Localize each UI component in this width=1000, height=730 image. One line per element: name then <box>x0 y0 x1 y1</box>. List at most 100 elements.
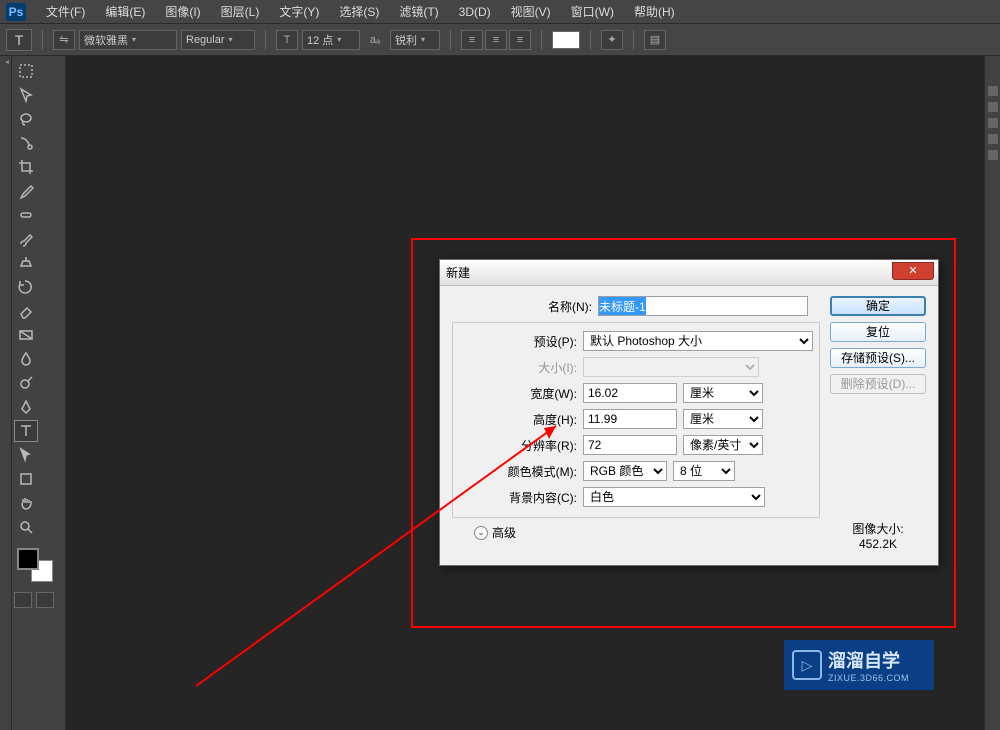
quick-mask-icon[interactable] <box>14 592 32 608</box>
align-left-icon[interactable]: ≡ <box>461 30 483 50</box>
preset-group: 预设(P): 默认 Photoshop 大小 大小(I): 宽度(W): <box>452 322 820 518</box>
align-right-icon[interactable]: ≡ <box>509 30 531 50</box>
history-brush-tool[interactable] <box>14 276 38 298</box>
quick-mask-row <box>14 592 62 608</box>
width-label: 宽度(W): <box>459 385 577 402</box>
antialias-value: 锐利 <box>395 32 417 48</box>
size-select <box>583 357 759 377</box>
rect-marquee-tool[interactable] <box>14 60 38 82</box>
divider <box>450 30 451 50</box>
chevron-down-icon: ▾ <box>132 35 136 44</box>
background-label: 背景内容(C): <box>459 489 577 506</box>
lasso-tool[interactable] <box>14 108 38 130</box>
panel-icon[interactable] <box>988 102 998 112</box>
orientation-toggle-icon[interactable]: ⇋ <box>53 30 75 50</box>
resolution-input[interactable] <box>583 435 677 455</box>
image-size-readout: 图像大小: 452.2K <box>830 400 926 551</box>
advanced-toggle[interactable]: ⌄ 高级 <box>474 524 820 541</box>
eraser-tool[interactable] <box>14 300 38 322</box>
blur-tool[interactable] <box>14 348 38 370</box>
text-align-group: ≡ ≡ ≡ <box>461 30 531 50</box>
align-center-icon[interactable]: ≡ <box>485 30 507 50</box>
resolution-unit-select[interactable]: 像素/英寸 <box>683 435 763 455</box>
color-mode-label: 颜色模式(M): <box>459 463 577 480</box>
bit-depth-select[interactable]: 8 位 <box>673 461 735 481</box>
chevron-down-icon: ▾ <box>229 35 233 44</box>
panel-icon[interactable] <box>988 86 998 96</box>
screen-mode-icon[interactable] <box>36 592 54 608</box>
width-unit-select[interactable]: 厘米 <box>683 383 763 403</box>
chevron-down-icon: ▾ <box>421 35 425 44</box>
antialias-select[interactable]: 锐利 ▾ <box>390 30 440 50</box>
toolbox <box>12 56 66 730</box>
font-style-select[interactable]: Regular ▾ <box>181 30 255 50</box>
menu-file[interactable]: 文件(F) <box>36 0 95 24</box>
menu-layer[interactable]: 图层(L) <box>211 0 270 24</box>
hand-tool[interactable] <box>14 492 38 514</box>
clone-stamp-tool[interactable] <box>14 252 38 274</box>
width-input[interactable] <box>583 383 677 403</box>
character-panel-icon[interactable]: ▤ <box>644 30 666 50</box>
height-unit-select[interactable]: 厘米 <box>683 409 763 429</box>
canvas[interactable]: 新建 ✕ 名称(N): 未标题-1 预设(P): <box>66 56 984 730</box>
menu-view[interactable]: 视图(V) <box>501 0 561 24</box>
foreground-color-swatch[interactable] <box>17 548 39 570</box>
menu-3d[interactable]: 3D(D) <box>449 0 501 24</box>
crop-tool[interactable] <box>14 156 38 178</box>
path-select-tool[interactable] <box>14 444 38 466</box>
panel-icon[interactable] <box>988 150 998 160</box>
height-label: 高度(H): <box>459 411 577 428</box>
menu-edit[interactable]: 编辑(E) <box>95 0 155 24</box>
tool-indicator-type[interactable]: T <box>6 29 32 51</box>
watermark: ▷ 溜溜自学 ZIXUE.3D66.COM <box>784 640 934 690</box>
panel-icon[interactable] <box>988 134 998 144</box>
new-document-dialog: 新建 ✕ 名称(N): 未标题-1 预设(P): <box>439 259 939 566</box>
font-family-select[interactable]: 微软雅黑 ▾ <box>79 30 177 50</box>
color-mode-select[interactable]: RGB 颜色 <box>583 461 667 481</box>
move-tool[interactable] <box>14 84 38 106</box>
pen-tool[interactable] <box>14 396 38 418</box>
divider <box>590 30 591 50</box>
menu-image[interactable]: 图像(I) <box>155 0 210 24</box>
preset-label: 预设(P): <box>459 333 577 350</box>
dialog-side-buttons: 确定 复位 存储预设(S)... 删除预设(D)... 图像大小: 452.2K <box>830 296 926 551</box>
dialog-titlebar[interactable]: 新建 ✕ <box>440 260 938 286</box>
preset-select[interactable]: 默认 Photoshop 大小 <box>583 331 813 351</box>
menu-window[interactable]: 窗口(W) <box>561 0 624 24</box>
panel-icon[interactable] <box>988 118 998 128</box>
quick-select-tool[interactable] <box>14 132 38 154</box>
warp-text-icon[interactable]: ✦ <box>601 30 623 50</box>
eyedropper-tool[interactable] <box>14 180 38 202</box>
right-panel-strip[interactable] <box>984 56 1000 730</box>
menu-type[interactable]: 文字(Y) <box>269 0 329 24</box>
reset-button[interactable]: 复位 <box>830 322 926 342</box>
zoom-tool[interactable] <box>14 516 38 538</box>
gradient-tool[interactable] <box>14 324 38 346</box>
background-select[interactable]: 白色 <box>583 487 765 507</box>
type-tool[interactable] <box>14 420 38 442</box>
menu-help[interactable]: 帮助(H) <box>624 0 685 24</box>
font-size-select[interactable]: 12 点 ▾ <box>302 30 360 50</box>
name-input[interactable]: 未标题-1 <box>599 297 646 315</box>
image-size-value: 452.2K <box>830 537 926 551</box>
save-preset-button[interactable]: 存储预设(S)... <box>830 348 926 368</box>
menu-filter[interactable]: 滤镜(T) <box>389 0 448 24</box>
menu-select[interactable]: 选择(S) <box>329 0 389 24</box>
text-color-swatch[interactable] <box>552 31 580 49</box>
size-label: 大小(I): <box>459 359 577 376</box>
divider <box>42 30 43 50</box>
height-input[interactable] <box>583 409 677 429</box>
healing-brush-tool[interactable] <box>14 204 38 226</box>
color-picker[interactable] <box>14 548 62 584</box>
divider <box>265 30 266 50</box>
left-expand-strip[interactable] <box>0 56 12 730</box>
dodge-tool[interactable] <box>14 372 38 394</box>
shape-tool[interactable] <box>14 468 38 490</box>
ok-button[interactable]: 确定 <box>830 296 926 316</box>
advanced-label: 高级 <box>492 524 516 541</box>
image-size-label: 图像大小: <box>830 520 926 537</box>
brush-tool[interactable] <box>14 228 38 250</box>
watermark-text-cn: 溜溜自学 <box>828 647 909 673</box>
workspace: 新建 ✕ 名称(N): 未标题-1 预设(P): <box>0 56 1000 730</box>
close-button[interactable]: ✕ <box>892 262 934 280</box>
